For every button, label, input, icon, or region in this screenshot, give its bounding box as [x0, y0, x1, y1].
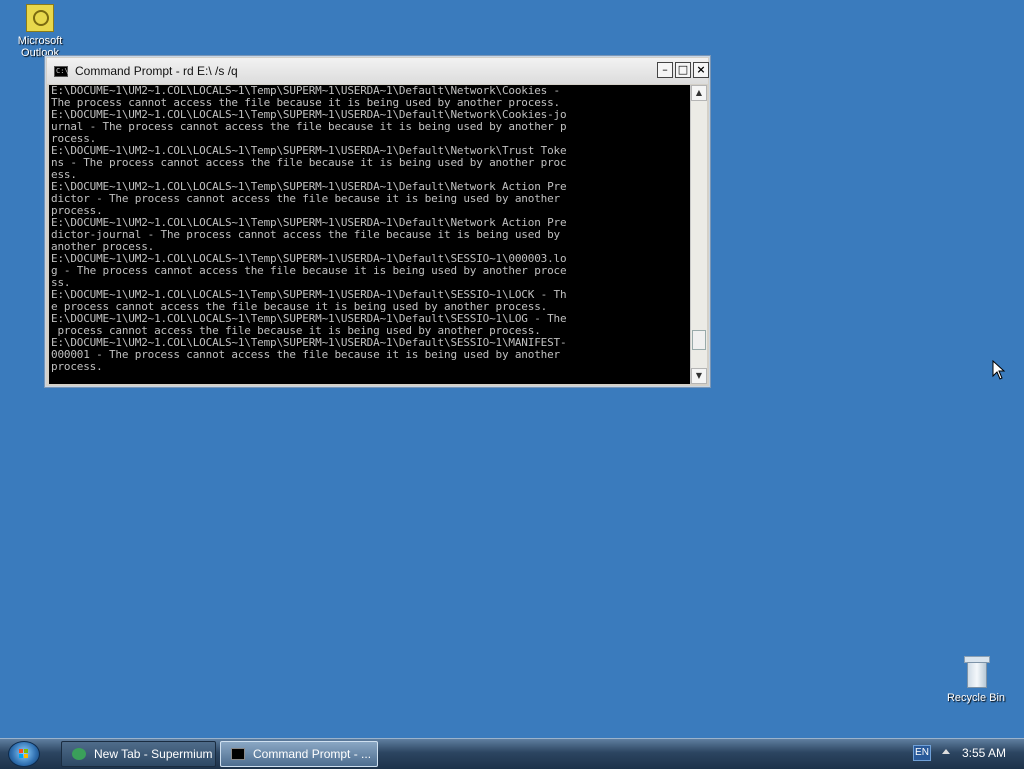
- mouse-cursor-icon: [992, 359, 1006, 380]
- taskbar-clock[interactable]: 3:55 AM: [962, 746, 1006, 760]
- vertical-scrollbar[interactable]: ▲ ▼: [690, 85, 707, 384]
- taskbar-button-command-prompt[interactable]: Command Prompt - ...: [220, 741, 378, 767]
- window-titlebar[interactable]: C:\ Command Prompt - rd E:\ /s /q – □ ×: [47, 58, 709, 84]
- window-title: Command Prompt - rd E:\ /s /q: [75, 64, 238, 78]
- close-button[interactable]: ×: [693, 62, 709, 78]
- scroll-thumb[interactable]: [692, 330, 706, 350]
- scroll-up-arrow-icon[interactable]: ▲: [691, 85, 707, 101]
- cmd-icon: [231, 748, 245, 760]
- supermium-icon: [72, 748, 86, 760]
- desktop-icon-outlook[interactable]: Microsoft Outlook: [8, 4, 72, 59]
- console-line: g - The process cannot access the file b…: [51, 264, 567, 277]
- taskbar-button-label: New Tab - Supermium: [94, 747, 213, 761]
- console-output[interactable]: E:\DOCUME~1\UM2~1.COL\LOCALS~1\Temp\SUPE…: [49, 85, 690, 384]
- command-prompt-window[interactable]: C:\ Command Prompt - rd E:\ /s /q – □ × …: [44, 55, 711, 388]
- show-hidden-icons-arrow-icon[interactable]: [942, 749, 950, 754]
- taskbar: New Tab - Supermium Command Prompt - ...…: [0, 738, 1024, 769]
- maximize-button[interactable]: □: [675, 62, 691, 78]
- console-line: urnal - The process cannot access the fi…: [51, 120, 567, 133]
- cmd-icon: C:\: [54, 66, 69, 77]
- console-text: E:\DOCUME~1\UM2~1.COL\LOCALS~1\Temp\SUPE…: [49, 85, 690, 373]
- minimize-button[interactable]: –: [657, 62, 673, 78]
- console-line: 000001 - The process cannot access the f…: [51, 348, 560, 361]
- console-line: dictor - The process cannot access the f…: [51, 192, 560, 205]
- console-line: process.: [51, 360, 103, 373]
- scroll-down-arrow-icon[interactable]: ▼: [691, 368, 707, 384]
- console-line: ns - The process cannot access the file …: [51, 156, 567, 169]
- recycle-bin-icon: [964, 656, 990, 688]
- desktop-icon-recycle-bin[interactable]: Recycle Bin: [940, 656, 1012, 704]
- desktop-icon-label: Recycle Bin: [946, 692, 1006, 704]
- taskbar-button-label: Command Prompt - ...: [253, 747, 372, 761]
- language-indicator[interactable]: EN: [913, 745, 931, 761]
- outlook-icon: [26, 4, 54, 32]
- taskbar-button-supermium[interactable]: New Tab - Supermium: [61, 741, 216, 767]
- windows-start-icon[interactable]: [8, 741, 40, 767]
